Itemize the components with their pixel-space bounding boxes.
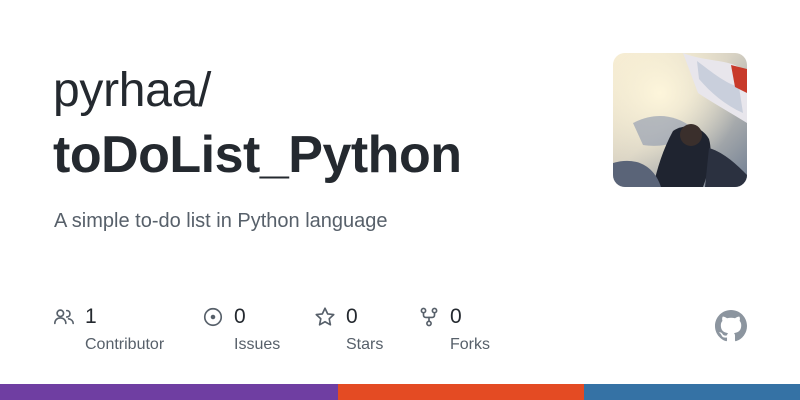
contributors-label: Contributor [85,336,165,353]
stars-label: Stars [346,336,384,353]
forks-label: Forks [450,336,490,353]
repo-description: A simple to-do list in Python language [54,210,388,232]
stat-issues[interactable]: 0 Issues [202,303,280,355]
issue-icon [202,306,224,328]
social-preview-card: pyrhaa/ toDoList_Python A simple to-do l… [0,0,800,400]
forks-count: 0 [450,305,462,328]
avatar[interactable] [613,53,747,187]
repo-name[interactable]: toDoList_Python [53,124,462,186]
issues-label: Issues [234,336,281,353]
stat-stars[interactable]: 0 Stars [314,303,383,355]
stat-contributors[interactable]: 1 Contributor [53,303,164,355]
language-bar [0,384,800,400]
star-icon [314,306,336,328]
avatar-illustration [613,53,747,187]
repo-owner[interactable]: pyrhaa/ [53,62,211,120]
language-segment [338,384,584,400]
contributors-count: 1 [85,305,97,328]
github-icon[interactable] [715,310,747,342]
people-icon [53,306,75,328]
language-segment [584,384,800,400]
stat-forks[interactable]: 0 Forks [418,303,490,355]
fork-icon [418,306,440,328]
language-segment [0,384,338,400]
issues-count: 0 [234,305,246,328]
stars-count: 0 [346,305,358,328]
